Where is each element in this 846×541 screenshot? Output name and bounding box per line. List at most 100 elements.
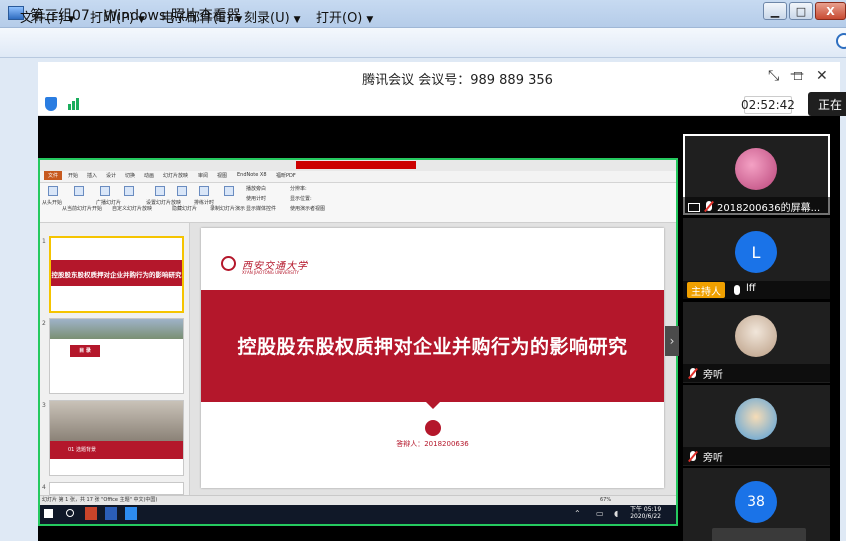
rehearse-icon[interactable] (199, 186, 209, 196)
participant-avatar (735, 315, 777, 357)
close-button[interactable]: X (815, 2, 846, 20)
custom-show-icon[interactable] (124, 186, 134, 196)
monitor-show-on[interactable]: 显示位置: (290, 195, 312, 202)
ribbon-custom-show[interactable]: 自定义幻灯片放映 (112, 205, 152, 212)
participant-scroll-tab[interactable] (712, 528, 806, 541)
hide-slide-icon[interactable] (177, 186, 187, 196)
monitor-resolution[interactable]: 分辨率: (290, 185, 307, 192)
play-from-start-icon[interactable] (48, 186, 58, 196)
participant-name: lff (746, 283, 756, 294)
ppt-tab-view[interactable]: 视图 (217, 172, 227, 179)
meeting-title: 腾讯会议 会议号：989 889 356 (362, 73, 553, 88)
participant-name: 2018200636的屏幕... (717, 203, 821, 214)
check-presenter-view[interactable]: 使用演示者视图 (290, 205, 325, 212)
play-current-icon[interactable] (74, 186, 84, 196)
broadcast-icon[interactable] (100, 186, 110, 196)
ppt-tab-foxit[interactable]: 福昕PDF (276, 172, 296, 179)
ppt-tab-animation[interactable]: 动画 (144, 172, 154, 179)
university-logo-subtitle: XI'AN JIAOTONG UNIVERSITY (242, 270, 299, 275)
ppt-tab-design[interactable]: 设计 (106, 172, 116, 179)
tray-volume-icon[interactable]: ◖ (614, 509, 618, 518)
thumb-title: 控股股东股权质押对企业并购行为的影响研究 (51, 271, 182, 279)
tencent-meeting-icon[interactable] (125, 507, 137, 520)
setup-show-icon[interactable] (155, 186, 165, 196)
tray-network-icon[interactable]: ▭ (596, 509, 604, 518)
ribbon-from-start[interactable]: 从头开始 (42, 199, 62, 206)
slide-thumbnail[interactable]: 01 选题背景 (49, 400, 184, 476)
ppt-tab-insert[interactable]: 插入 (87, 172, 97, 179)
participant-avatar: 38 (735, 481, 777, 523)
slide-thumbnail[interactable]: 目 录 (49, 318, 184, 394)
minimize-button[interactable]: ▁ (763, 2, 787, 20)
meeting-toolbar (38, 92, 840, 116)
ribbon-record[interactable]: 录制幻灯片演示 (210, 205, 245, 212)
menu-email[interactable]: 电子邮件(E) ▼ (161, 7, 242, 26)
ppt-ribbon (40, 183, 676, 223)
participant-avatar: L (735, 231, 777, 273)
meeting-close-button[interactable]: ✕ (816, 68, 828, 84)
slide-presenter: 答辩人：2018200636 (396, 440, 469, 448)
host-badge: 主持人 (687, 282, 725, 298)
slide-title: 控股股东股权质押对企业并购行为的影响研究 (237, 336, 628, 358)
ppt-tab-slideshow[interactable]: 幻灯片放映 (163, 172, 188, 179)
maximize-button[interactable]: □ (789, 2, 813, 20)
slide-thumbnail[interactable]: 控股股东股权质押对企业并购行为的影响研究 (49, 236, 184, 313)
participant-name: 旁听 (703, 453, 723, 464)
thumb-title: 目 录 (79, 348, 91, 354)
zoom-level[interactable]: 67% (600, 497, 611, 503)
participant-avatar (735, 148, 777, 190)
menu-print[interactable]: 打印(P) ▼ (90, 7, 145, 26)
ppt-tab-file[interactable]: 文件 (44, 171, 63, 180)
talking-indicator: 正在 (808, 92, 846, 116)
chevron-right-icon[interactable]: › (665, 326, 679, 356)
thumb-number: 4 (42, 484, 46, 491)
menu-burn[interactable]: 刻录(U) ▼ (244, 7, 301, 26)
chevron-down-icon: ▼ (67, 15, 75, 25)
ppt-tab-endnote[interactable]: EndNote X8 (237, 172, 267, 178)
signal-icon (76, 98, 79, 110)
signal-icon (68, 104, 71, 110)
chevron-down-icon: ▼ (293, 15, 301, 25)
participant-name: 旁听 (703, 370, 723, 381)
record-icon[interactable] (224, 186, 234, 196)
slide-pointer-triangle (426, 402, 440, 409)
presenter-icon (425, 420, 441, 436)
ppt-ribbon-tabs (40, 171, 676, 183)
thumb-photo (50, 319, 183, 339)
tray-clock[interactable]: 下午 05:19 2020/6/22 (630, 506, 661, 520)
mic-icon (734, 285, 740, 295)
menu-file[interactable]: 文件(F) ▼ (20, 7, 75, 26)
thumb-title: 01 选题背景 (68, 447, 96, 453)
thumb-number: 1 (42, 238, 46, 245)
ppt-tab-transition[interactable]: 切换 (125, 172, 135, 179)
shield-icon[interactable] (45, 97, 57, 111)
word-icon[interactable] (105, 507, 117, 520)
check-media-controls[interactable]: 显示媒体控件 (246, 205, 276, 212)
ribbon-from-current[interactable]: 从当前幻灯片开始 (62, 205, 102, 212)
thumb-photo (50, 401, 183, 441)
tray-chevron-icon[interactable]: ⌃ (574, 509, 581, 518)
menu-open[interactable]: 打开(O) ▼ (316, 7, 373, 26)
powerpoint-icon[interactable] (85, 507, 97, 520)
chevron-down-icon: ▼ (137, 15, 145, 25)
check-narration[interactable]: 播放旁白 (246, 185, 266, 192)
sharing-indicator-bar (296, 161, 416, 169)
compact-view-button[interactable]: ⤡ (768, 68, 779, 84)
search-icon[interactable] (66, 509, 74, 517)
ppt-status-bar: 幻灯片 第 1 张，共 17 张 "Office 主题" 中文(中国) 67% (40, 495, 676, 505)
meeting-maximize-button[interactable]: ☐ (793, 70, 803, 83)
help-icon[interactable] (836, 33, 846, 49)
thumb-number: 3 (42, 402, 46, 409)
university-seal-icon (221, 256, 236, 271)
slide-thumbnail[interactable] (49, 482, 184, 495)
screen-share-icon (688, 203, 700, 212)
participant-avatar (735, 398, 777, 440)
ppt-tab-home[interactable]: 开始 (68, 172, 78, 179)
ribbon-hide-slide[interactable]: 隐藏幻灯片 (172, 205, 197, 212)
meeting-timer: 02:52:42 (741, 96, 795, 114)
thumb-number: 2 (42, 320, 46, 327)
signal-icon (72, 101, 75, 110)
ppt-tab-review[interactable]: 审阅 (198, 172, 208, 179)
windows-start-icon[interactable] (44, 509, 53, 518)
check-timings[interactable]: 使用计时 (246, 195, 266, 202)
